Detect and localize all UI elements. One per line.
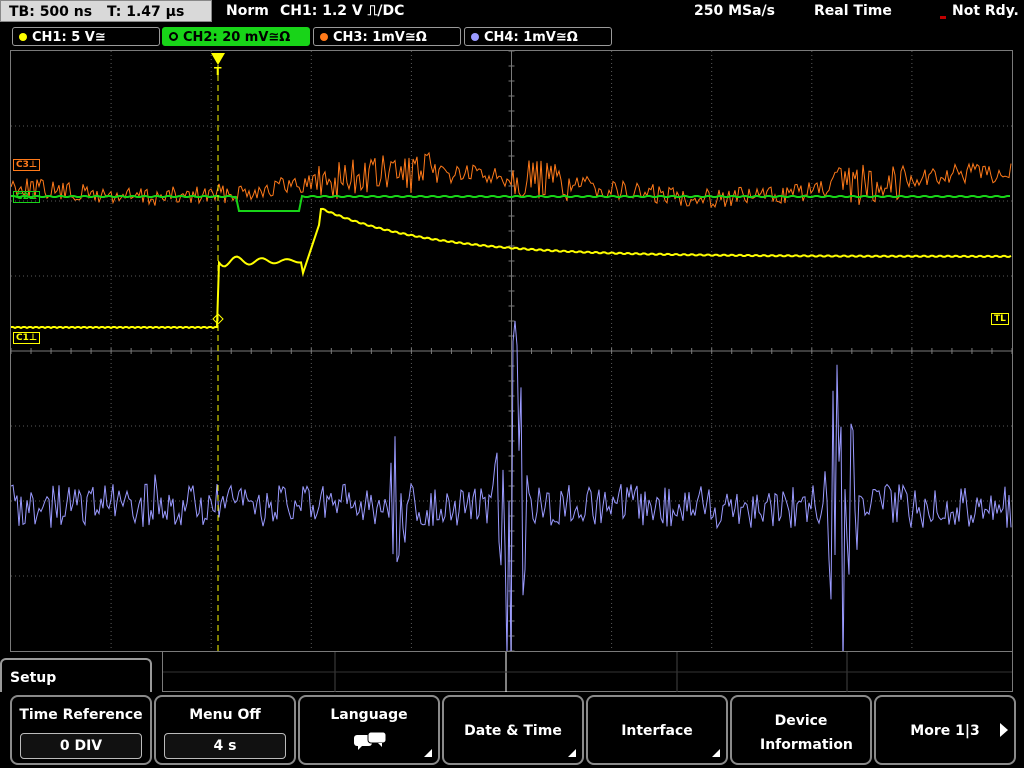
sample-rate: 250 MSa/s xyxy=(694,3,776,19)
softkey-date-time[interactable]: Date & Time xyxy=(442,695,584,765)
softkey-value: 0 DIV xyxy=(20,733,142,759)
softkey-value: 4 s xyxy=(164,733,286,759)
trigger-position-icon xyxy=(211,53,225,65)
channel-tab-ch4[interactable]: CH4: 1mV≅Ω xyxy=(464,27,612,46)
ch2-color-dot-icon xyxy=(169,32,178,41)
softkey-label: Interface xyxy=(621,723,693,739)
channel-tab-ch1[interactable]: CH1: 5 V≅ xyxy=(12,27,160,46)
next-page-arrow-icon xyxy=(1000,723,1008,737)
trigger-mode[interactable]: Norm xyxy=(226,3,269,19)
timebase-value: TB: 500 ns xyxy=(9,4,93,20)
softkey-label: Device Information xyxy=(760,713,853,753)
timebase-readout[interactable]: TB: 500 ns T: 1.47 µs xyxy=(0,0,212,22)
softkey-label: Date & Time xyxy=(464,723,562,739)
submenu-indicator-icon xyxy=(712,749,720,757)
zoom-strip-grid xyxy=(163,652,1012,692)
softkey-device-information[interactable]: Device Information xyxy=(730,695,872,765)
ch1-color-dot-icon xyxy=(19,33,27,41)
trigger-level-marker[interactable]: TL xyxy=(991,313,1009,325)
channel-tab-ch2[interactable]: CH2: 20 mV≅Ω xyxy=(162,27,310,46)
trigger-source-info[interactable]: CH1: 1.2 V ⎍/DC xyxy=(280,3,404,19)
softkey-menu: Time Reference 0 DIV Menu Off 4 s Langua… xyxy=(0,692,1024,768)
ch2-label: CH2: 20 mV≅Ω xyxy=(183,30,291,45)
waveform-canvas: T xyxy=(11,51,1012,651)
softkey-label: Time Reference xyxy=(19,707,143,723)
softkey-interface[interactable]: Interface xyxy=(586,695,728,765)
ch1-label: CH1: 5 V≅ xyxy=(32,30,106,45)
language-speech-bubbles-icon xyxy=(354,731,387,750)
softkey-more[interactable]: More 1|3 xyxy=(874,695,1016,765)
menu-title: Setup xyxy=(10,670,57,686)
submenu-indicator-icon xyxy=(568,749,576,757)
ch2-ground-marker[interactable]: C2⊥ xyxy=(13,191,41,203)
ch4-label: CH4: 1mV≅Ω xyxy=(484,30,578,45)
softkey-language[interactable]: Language xyxy=(298,695,440,765)
softkey-label: Language xyxy=(330,707,408,723)
softkey-menu-off[interactable]: Menu Off 4 s xyxy=(154,695,296,765)
submenu-indicator-icon xyxy=(424,749,432,757)
channel-tabs: CH1: 5 V≅ CH2: 20 mV≅Ω CH3: 1mV≅Ω CH4: 1… xyxy=(0,26,1024,48)
ch3-color-dot-icon xyxy=(320,33,328,41)
acquisition-mode: Real Time xyxy=(814,3,892,19)
ch1-ground-marker[interactable]: C1⊥ xyxy=(13,332,41,344)
status-indicator-icon xyxy=(940,16,946,19)
channel-tab-ch3[interactable]: CH3: 1mV≅Ω xyxy=(313,27,461,46)
softkey-label: Menu Off xyxy=(189,707,261,723)
waveform-display[interactable]: T C3⊥ C2⊥ C1⊥ TL xyxy=(10,50,1013,652)
status-bar: TB: 500 ns T: 1.47 µs Norm CH1: 1.2 V ⎍/… xyxy=(0,0,1024,24)
acquisition-status: Not Rdy. xyxy=(952,3,1019,19)
menu-title-tab: Setup xyxy=(0,658,152,692)
ch3-label: CH3: 1mV≅Ω xyxy=(333,30,427,45)
softkey-time-reference[interactable]: Time Reference 0 DIV xyxy=(10,695,152,765)
trigger-time-value: T: 1.47 µs xyxy=(106,4,185,20)
ch3-ground-marker[interactable]: C3⊥ xyxy=(13,159,41,171)
softkey-label: More 1|3 xyxy=(910,723,980,739)
ch4-color-dot-icon xyxy=(471,33,479,41)
trigger-label: T xyxy=(214,65,222,78)
zoom-overview-strip xyxy=(162,652,1013,692)
